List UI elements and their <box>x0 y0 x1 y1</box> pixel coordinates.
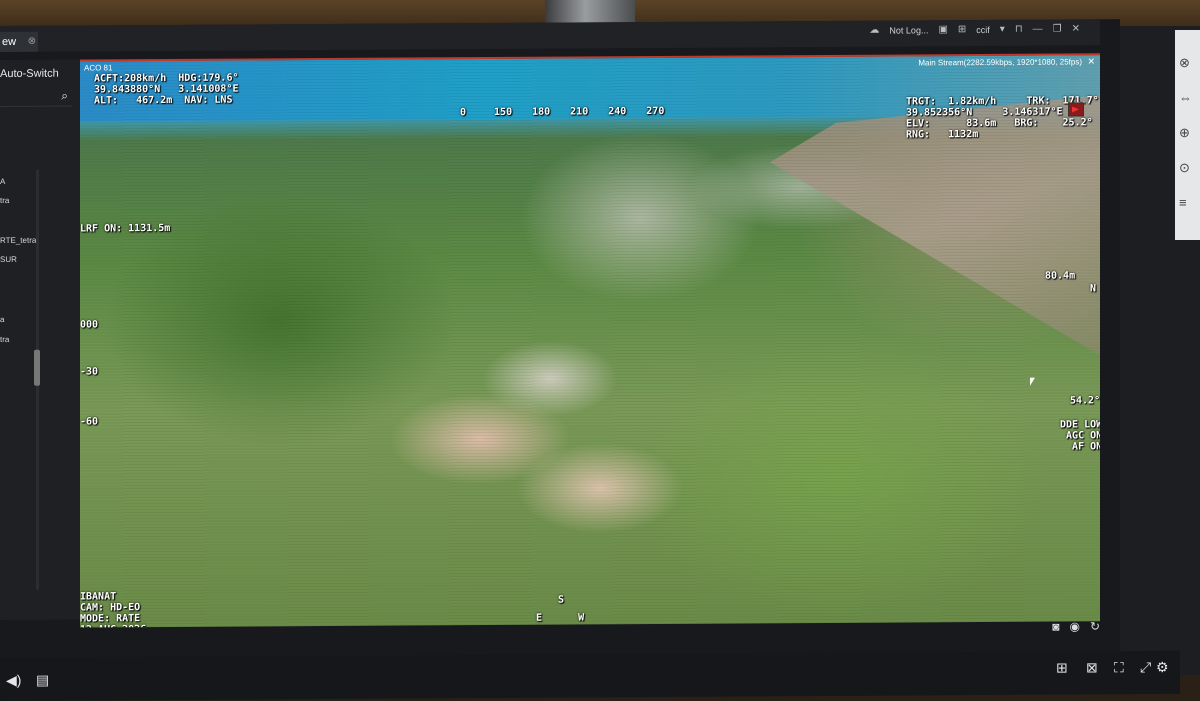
tab-close-icon[interactable]: ⊗ <box>28 32 36 52</box>
adjacent-screen-icon: ⊗ <box>1179 55 1190 70</box>
login-status[interactable]: Not Log... <box>889 25 928 35</box>
video-close-icon[interactable]: ✕ <box>1087 56 1095 67</box>
cloud-icon[interactable]: ☁ <box>869 25 879 36</box>
main-monitor: ew ⊗ ☁ Not Log... ▣ ⊞ ccif ▾ ⊓ — ❐ ✕ Aut… <box>0 19 1180 701</box>
save-icon[interactable]: ▤ <box>36 672 49 689</box>
stream-info: Main Stream(2282.59kbps, 1920*1080, 25fp… <box>918 57 1082 68</box>
fullscreen-icon[interactable]: ⛶ <box>1114 659 1124 676</box>
camera-icon[interactable]: ◙ <box>1052 620 1059 634</box>
hud-camera-status: DDE LOW AGC ON AF ON <box>1060 419 1100 453</box>
adjacent-screen: ⊗ ⇔ ⊕ ⊙ ≡ <box>1175 30 1200 240</box>
adjacent-screen-icon: ⇔ <box>1179 90 1192 105</box>
compass-tick: 180 <box>532 106 551 118</box>
video-toolbar: ◙ ◉ ↻ <box>80 619 1100 655</box>
close-icon[interactable]: ✕ <box>1072 23 1080 34</box>
settings-icon[interactable]: ⚙ <box>1156 659 1169 676</box>
tree-item[interactable]: A <box>0 177 5 186</box>
adjacent-screen-icon: ⊕ <box>1179 125 1190 140</box>
tab-label: ew <box>2 35 17 48</box>
mouse-cursor-icon <box>1030 377 1035 386</box>
adjacent-screen-icon: ⊙ <box>1179 160 1190 175</box>
hud-camera-info: IBANAT CAM: HD-EO MODE: RATE 12-AUG-2026 <box>80 591 146 627</box>
pitch-mark: 000 <box>80 319 99 331</box>
hud-distance: 80.4m <box>1045 270 1076 282</box>
split-icon[interactable]: ⊠ <box>1086 659 1098 676</box>
hud-laser-range: LRF ON: 1131.5m <box>80 222 171 235</box>
compass-rose-n: S <box>558 594 565 606</box>
image-icon[interactable]: ▣ <box>938 24 947 35</box>
autoswitch-toggle[interactable]: Auto-Switch <box>0 68 59 80</box>
record-icon[interactable]: ◉ <box>1069 619 1079 633</box>
volume-icon[interactable]: ◀) <box>6 672 21 689</box>
adjacent-screen-icon: ≡ <box>1179 195 1187 210</box>
bottom-taskbar: ◀) ▤ ⊞ ⊠ ⛶ ⤢ ⚙ <box>0 650 1180 701</box>
lock-icon[interactable]: ⊓ <box>1015 24 1023 35</box>
window-titlebar: ew ⊗ ☁ Not Log... ▣ ⊞ ccif ▾ ⊓ — ❐ ✕ <box>0 19 1100 52</box>
chevron-down-icon[interactable]: ▾ <box>1000 24 1005 35</box>
snapshot-controls: ◙ ◉ ↻ <box>1052 619 1100 633</box>
tab-live-view[interactable]: ew ⊗ <box>0 31 38 52</box>
pitch-mark: -30 <box>80 366 99 378</box>
grid-icon[interactable]: ⊞ <box>958 24 966 35</box>
pitch-mark: -60 <box>80 416 99 428</box>
tree-item[interactable]: tra <box>0 196 9 205</box>
layout-icon[interactable]: ⊞ <box>1056 659 1068 676</box>
hud-compass-scale: 0 150 180 210 240 270 <box>460 106 664 118</box>
hud-aircraft-info: ACFT:208km/h HDG:179.6° 39.843880°N 3.14… <box>94 72 239 107</box>
record-indicator-icon <box>1068 102 1084 117</box>
tree-item[interactable]: RTE_tetra <box>0 236 36 245</box>
compass-tick: 150 <box>494 106 513 118</box>
search-icon[interactable]: ⌕ <box>61 89 68 104</box>
screen-scanlines <box>80 55 1100 628</box>
tree-item[interactable]: tra <box>0 335 9 344</box>
compass-tick: 0 <box>460 107 467 119</box>
hud-bearing: 54.2° W <box>1070 395 1100 407</box>
replay-icon[interactable]: ↻ <box>1090 619 1100 633</box>
device-sidebar: Auto-Switch ⌕ A tra RTE_tetra SUR a tra <box>0 59 80 621</box>
compass-tick: 210 <box>570 106 589 118</box>
user-name[interactable]: ccif <box>976 24 990 34</box>
search-input[interactable]: ⌕ <box>0 87 72 107</box>
compass-tick: 240 <box>608 106 627 118</box>
minimize-icon[interactable]: — <box>1033 24 1043 35</box>
titlebar-controls: ☁ Not Log... ▣ ⊞ ccif ▾ ⊓ — ❐ ✕ <box>869 23 1080 35</box>
sidebar-scroll-thumb[interactable] <box>34 349 40 386</box>
video-feed[interactable]: ACO 81 Main Stream(2282.59kbps, 1920*108… <box>80 53 1100 628</box>
compass-tick: 270 <box>646 105 665 118</box>
expand-icon[interactable]: ⤢ <box>1140 659 1151 676</box>
tree-item[interactable]: a <box>0 315 4 324</box>
restore-icon[interactable]: ❐ <box>1053 24 1062 35</box>
video-channel-title: ACO 81 <box>84 63 113 73</box>
tree-item[interactable]: SUR <box>0 255 17 264</box>
hud-north-mark: N <box>1090 283 1097 295</box>
